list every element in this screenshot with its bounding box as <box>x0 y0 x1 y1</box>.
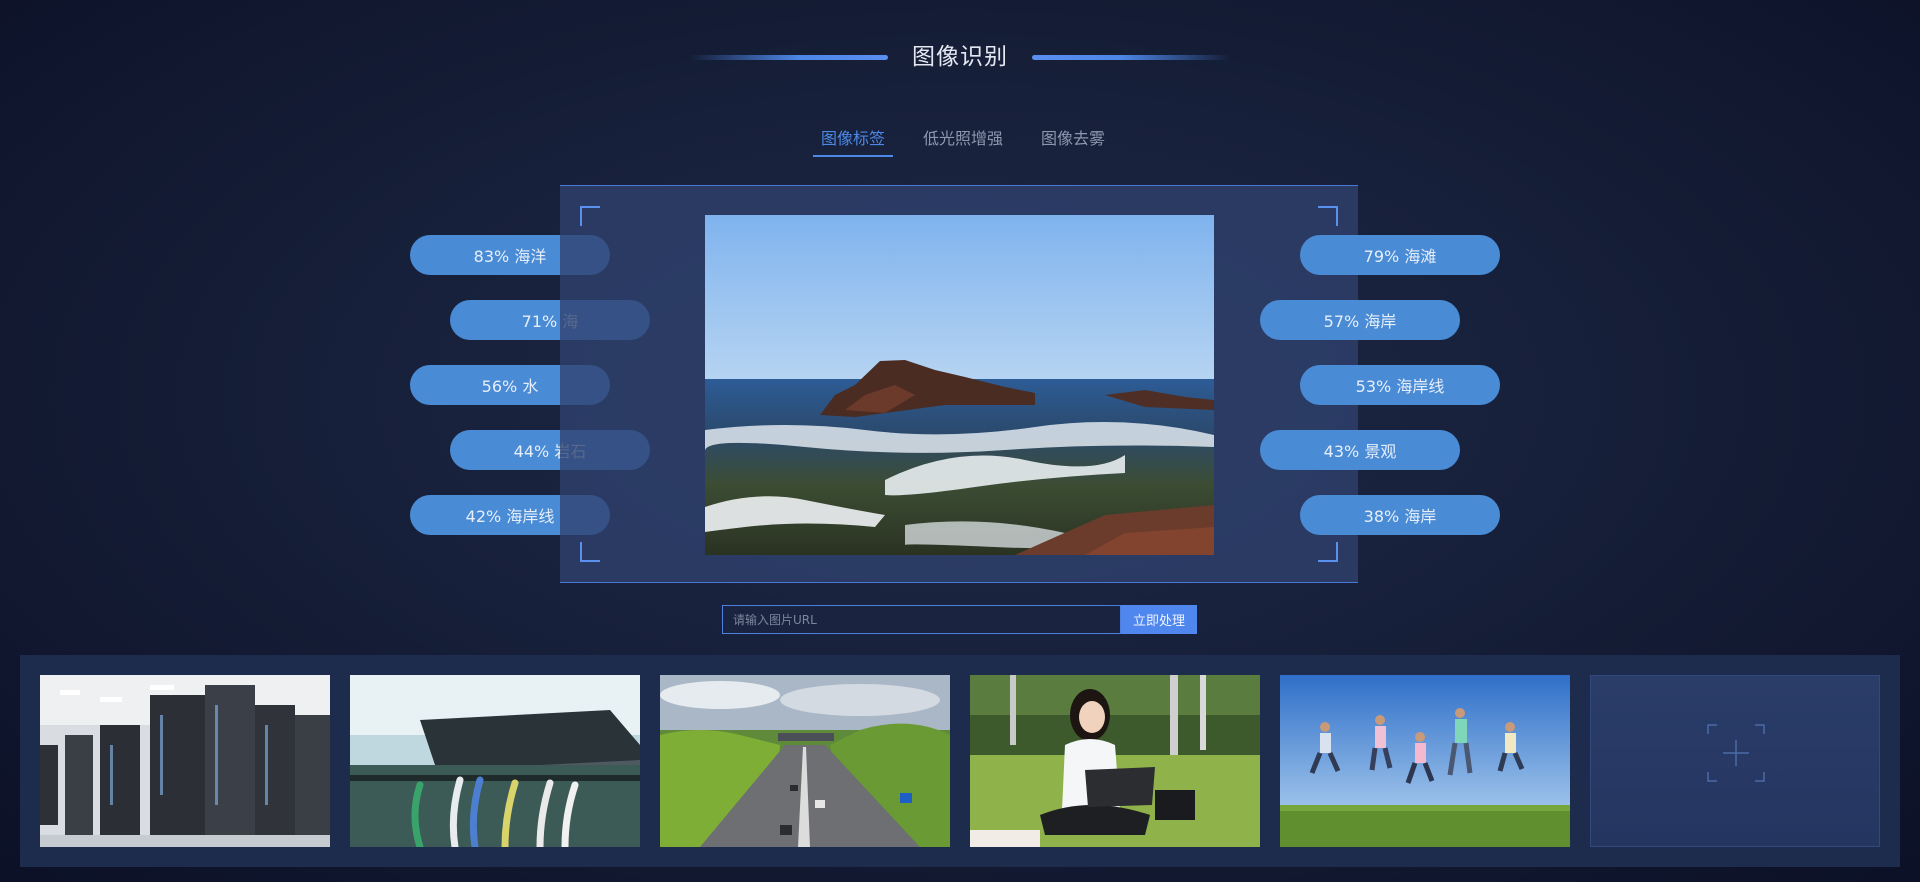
title-decoration-left <box>690 55 888 60</box>
thumbnail-network-router[interactable] <box>350 675 640 847</box>
corner-marker-top-right <box>1318 206 1338 226</box>
corner-marker-top-left <box>580 206 600 226</box>
page-title: 图像识别 <box>912 44 1008 70</box>
thumbnail-woman-laptop[interactable] <box>970 675 1260 847</box>
corner-marker-bottom-right <box>1318 542 1338 562</box>
tab-image-tags[interactable]: 图像标签 <box>812 122 893 157</box>
tab-bar: 图像标签 低光照增强 图像去雾 <box>0 122 1920 157</box>
tag-right-3: 53% 海岸线 <box>1300 365 1500 405</box>
tab-dehaze[interactable]: 图像去雾 <box>1033 122 1113 157</box>
image-preview-panel <box>560 185 1358 583</box>
image-url-input[interactable] <box>722 605 1121 634</box>
tag-right-5: 38% 海岸 <box>1300 495 1500 535</box>
thumbnail-jumping-people[interactable] <box>1280 675 1570 847</box>
sample-image-strip <box>20 655 1900 867</box>
page-header: 图像识别 <box>0 40 1920 74</box>
url-form: 立即处理 <box>722 605 1197 634</box>
preview-image <box>705 215 1214 555</box>
tag-right-2: 57% 海岸 <box>1260 300 1460 340</box>
tab-low-light-enhance[interactable]: 低光照增强 <box>915 122 1011 157</box>
add-image-icon <box>1707 724 1765 782</box>
process-now-button[interactable]: 立即处理 <box>1121 605 1197 634</box>
title-decoration-right <box>1032 55 1230 60</box>
thumbnail-server-room[interactable] <box>40 675 330 847</box>
add-image-tile[interactable] <box>1590 675 1880 847</box>
tag-right-4: 43% 景观 <box>1260 430 1460 470</box>
tag-right-1: 79% 海滩 <box>1300 235 1500 275</box>
thumbnail-highway[interactable] <box>660 675 950 847</box>
corner-marker-bottom-left <box>580 542 600 562</box>
